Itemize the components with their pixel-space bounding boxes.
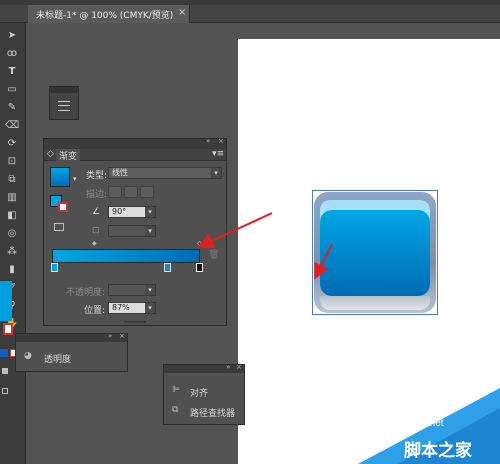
annotation-arrow-gradient — [197, 212, 273, 249]
annotation-arrow-object — [314, 243, 333, 280]
watermark-name: 脚本之家 — [404, 441, 472, 461]
watermark-site: jb51.net — [408, 418, 444, 429]
